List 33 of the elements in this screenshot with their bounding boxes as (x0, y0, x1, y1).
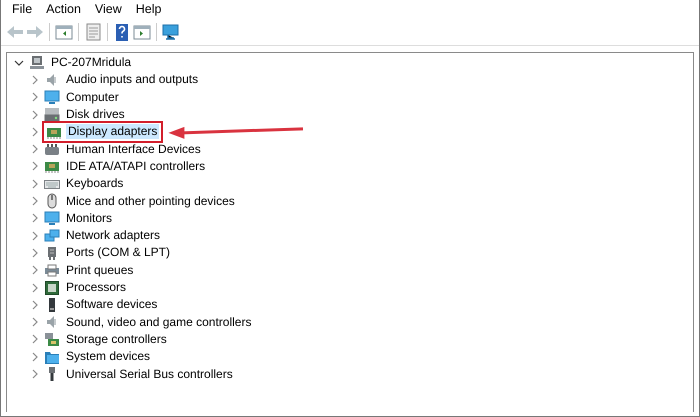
tree-item[interactable]: Universal Serial Bus controllers (64, 366, 235, 382)
tree-item[interactable]: Ports (COM & LPT) (64, 245, 172, 260)
tree-item[interactable]: Audio inputs and outputs (64, 72, 200, 88)
monitor-icon (44, 89, 60, 106)
tree-item[interactable]: Disk drives (64, 107, 127, 122)
tree-item[interactable]: PC-207Mridula (49, 55, 134, 70)
tree-item[interactable]: Computer (64, 90, 121, 105)
menu-item[interactable]: View (88, 0, 129, 19)
tree-item[interactable]: Print queues (64, 262, 136, 278)
tree-item[interactable]: Storage controllers (64, 332, 169, 347)
tree-item[interactable]: Processors (64, 280, 128, 296)
tree-item[interactable]: System devices (64, 349, 152, 364)
printer-icon (44, 262, 60, 278)
tree-item[interactable]: Display adapters (66, 124, 160, 140)
tree-item[interactable]: Network adapters (64, 228, 162, 244)
tree-item[interactable]: IDE ATA/ATAPI controllers (64, 158, 208, 174)
menu-item[interactable]: Help (128, 0, 168, 19)
monitor-icon[interactable] (161, 22, 181, 42)
tree-item[interactable]: Software devices (64, 297, 160, 312)
joystick-icon (44, 141, 60, 158)
menu-item[interactable]: Action (39, 0, 88, 19)
tree-item[interactable]: Mice and other pointing devices (64, 194, 237, 209)
tree-item[interactable]: Sound, video and game controllers (64, 314, 254, 330)
chip-icon (44, 280, 60, 296)
tree-item[interactable]: Human Interface Devices (64, 142, 203, 157)
monitor-icon (44, 210, 60, 226)
storage-icon (44, 331, 60, 348)
menu-item[interactable]: File (5, 0, 40, 19)
network-icon (44, 228, 60, 244)
tree-item[interactable]: Keyboards (64, 176, 126, 192)
tree-item[interactable]: Monitors (64, 210, 114, 226)
computer-icon (29, 54, 45, 71)
drive-icon (44, 106, 60, 123)
